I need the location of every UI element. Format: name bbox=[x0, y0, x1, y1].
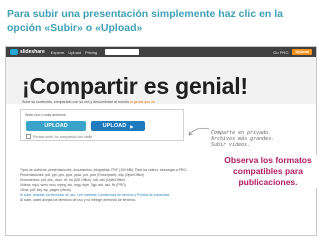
nav-explore[interactable]: Explore bbox=[51, 50, 65, 55]
chevron-right-icon: ▶ bbox=[130, 123, 134, 129]
hero-banner: ¡Compartir es genial! Sube su contenido,… bbox=[6, 57, 316, 104]
top-nav-bar: slideshare Explore Upload Pricing Go PRO… bbox=[6, 47, 316, 57]
site-logo[interactable]: slideshare bbox=[10, 49, 45, 55]
private-upload-label: Privado subir. No compartido con nadie. bbox=[33, 134, 94, 139]
hero-subline-text: Sube su contenido, compartalo con su red… bbox=[22, 100, 129, 104]
hero-headline: ¡Compartir es genial! bbox=[22, 73, 248, 99]
private-checkbox[interactable] bbox=[26, 134, 31, 139]
handwritten-tip: Comparte en privado. Archivos más grande… bbox=[211, 130, 275, 148]
upload-button[interactable]: UPLOAD bbox=[26, 121, 86, 131]
site-logo-text: slideshare bbox=[20, 49, 45, 55]
supported-formats-list: Tipos de archivos: presentaciones, docum… bbox=[20, 168, 206, 203]
upload-panel: Subir uno o más archivos UPLOAD UPLOAD ▶… bbox=[20, 109, 184, 141]
top-right-actions: Go PRO Upload bbox=[273, 49, 312, 55]
slide-title: Para subir una presentación simplemente … bbox=[7, 8, 284, 34]
terms-row: Al subir, usted acepta los términos de u… bbox=[20, 198, 136, 202]
upload-pro-button[interactable]: UPLOAD ▶ bbox=[91, 121, 145, 131]
slideshare-logo-icon bbox=[10, 49, 18, 55]
top-upload-button[interactable]: Upload bbox=[292, 49, 312, 55]
search-input[interactable] bbox=[105, 49, 140, 55]
curved-arrow-icon bbox=[188, 127, 210, 136]
upload-panel-title: Subir uno o más archivos bbox=[25, 113, 66, 117]
main-nav: Explore Upload Pricing bbox=[51, 50, 97, 55]
nav-upload[interactable]: Upload bbox=[68, 50, 81, 55]
nav-pricing[interactable]: Pricing bbox=[85, 50, 97, 55]
upload-pro-label: UPLOAD bbox=[102, 123, 127, 129]
hero-subline: Sube su contenido, compartalo con su red… bbox=[22, 100, 155, 104]
private-upload-option[interactable]: Privado subir. No compartido con nadie. bbox=[26, 134, 93, 139]
formats-callout: Observa los formatos compatibles para pu… bbox=[219, 155, 317, 188]
hero-subline-link[interactable]: lo genial que es bbox=[130, 100, 155, 104]
go-pro-link[interactable]: Go PRO bbox=[273, 50, 288, 55]
website-screenshot: slideshare Explore Upload Pricing Go PRO… bbox=[5, 46, 317, 236]
